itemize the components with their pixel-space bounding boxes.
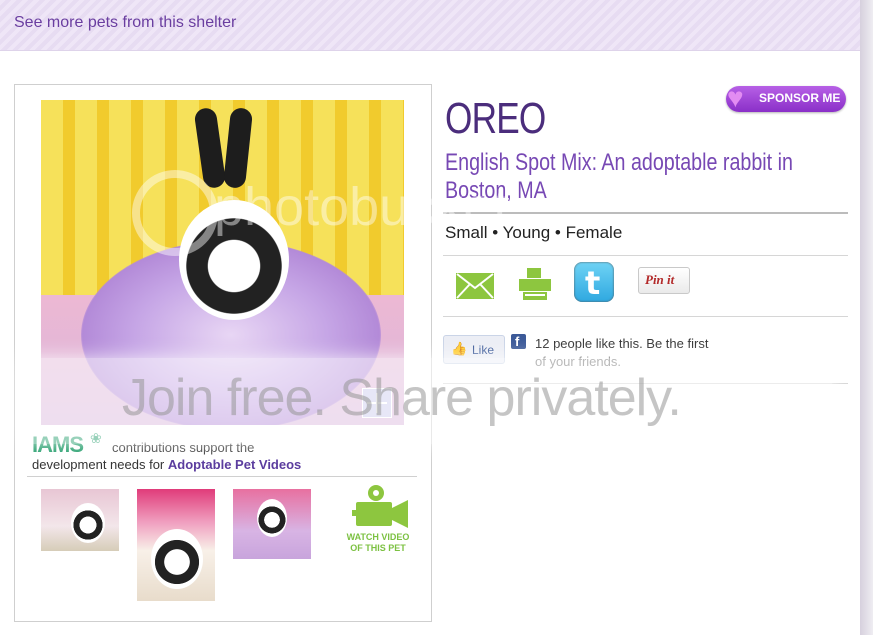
thumbnail-rabbit bbox=[151, 529, 203, 589]
printer-icon[interactable] bbox=[519, 268, 551, 300]
iams-tagline-2: development needs for Adoptable Pet Vide… bbox=[32, 457, 301, 472]
iams-sponsor-note: IAMS ❀ contributions support the develop… bbox=[32, 430, 432, 472]
video-camera-icon bbox=[352, 485, 408, 528]
paw-icon: ❀ bbox=[90, 430, 102, 446]
pet-attributes: Small • Young • Female bbox=[445, 223, 623, 242]
like-count-line-1: 12 people like this. Be the first bbox=[535, 336, 709, 351]
thumbnail-rabbit bbox=[71, 503, 105, 543]
zoom-plus-icon[interactable] bbox=[362, 388, 392, 418]
divider bbox=[443, 316, 848, 317]
facebook-icon: f bbox=[511, 334, 526, 349]
facebook-like-button[interactable]: 👍 Like bbox=[443, 335, 505, 364]
divider bbox=[443, 212, 848, 214]
heart-icon: ♥ bbox=[727, 82, 744, 113]
iams-tagline-2-prefix: development needs for bbox=[32, 457, 168, 472]
printer-icon-graphic bbox=[519, 268, 551, 300]
thumbs-up-icon: 👍 bbox=[451, 341, 468, 356]
sponsor-me-button[interactable]: ♥ SPONSOR ME bbox=[726, 82, 846, 113]
pinit-label: Pin it bbox=[645, 272, 675, 287]
pet-name: OREO bbox=[445, 94, 546, 143]
pet-breed-location: English Spot Mix: An adoptable rabbit in… bbox=[445, 149, 793, 204]
twitter-t-glyph: t bbox=[585, 264, 601, 302]
like-label: Like bbox=[472, 343, 495, 357]
thumbnail-rabbit bbox=[257, 499, 287, 537]
divider bbox=[443, 383, 848, 384]
envelope-icon-graphic bbox=[456, 273, 494, 299]
thumbnail-divider bbox=[27, 476, 417, 477]
divider bbox=[443, 255, 848, 256]
adoptable-pet-videos-link[interactable]: Adoptable Pet Videos bbox=[168, 457, 301, 472]
pet-thumbnail-2[interactable] bbox=[137, 489, 215, 601]
photo-rabbit-head bbox=[179, 200, 289, 320]
facebook-like-count: 12 people like this. Be the first of you… bbox=[535, 335, 745, 371]
shelter-bar: See more pets from this shelter bbox=[0, 0, 860, 51]
page-scroll-edge bbox=[860, 0, 873, 635]
pinit-button[interactable]: Pin it bbox=[638, 267, 690, 294]
iams-tagline-1: contributions support the bbox=[112, 440, 255, 455]
watch-video-button[interactable]: WATCH VIDEO OF THIS PET bbox=[346, 484, 410, 556]
envelope-icon[interactable] bbox=[456, 273, 494, 299]
facebook-f-glyph: f bbox=[515, 334, 520, 349]
pet-thumbnail-1[interactable] bbox=[41, 489, 119, 551]
like-count-line-2: of your friends. bbox=[535, 354, 621, 369]
sponsor-label: SPONSOR ME bbox=[759, 91, 841, 105]
twitter-icon[interactable]: t bbox=[574, 262, 614, 302]
watch-video-label: WATCH VIDEO OF THIS PET bbox=[346, 532, 410, 553]
pet-main-photo[interactable] bbox=[41, 100, 404, 425]
see-more-pets-link[interactable]: See more pets from this shelter bbox=[14, 14, 236, 32]
pet-thumbnail-3[interactable] bbox=[233, 489, 311, 559]
iams-logo: IAMS bbox=[32, 432, 84, 457]
